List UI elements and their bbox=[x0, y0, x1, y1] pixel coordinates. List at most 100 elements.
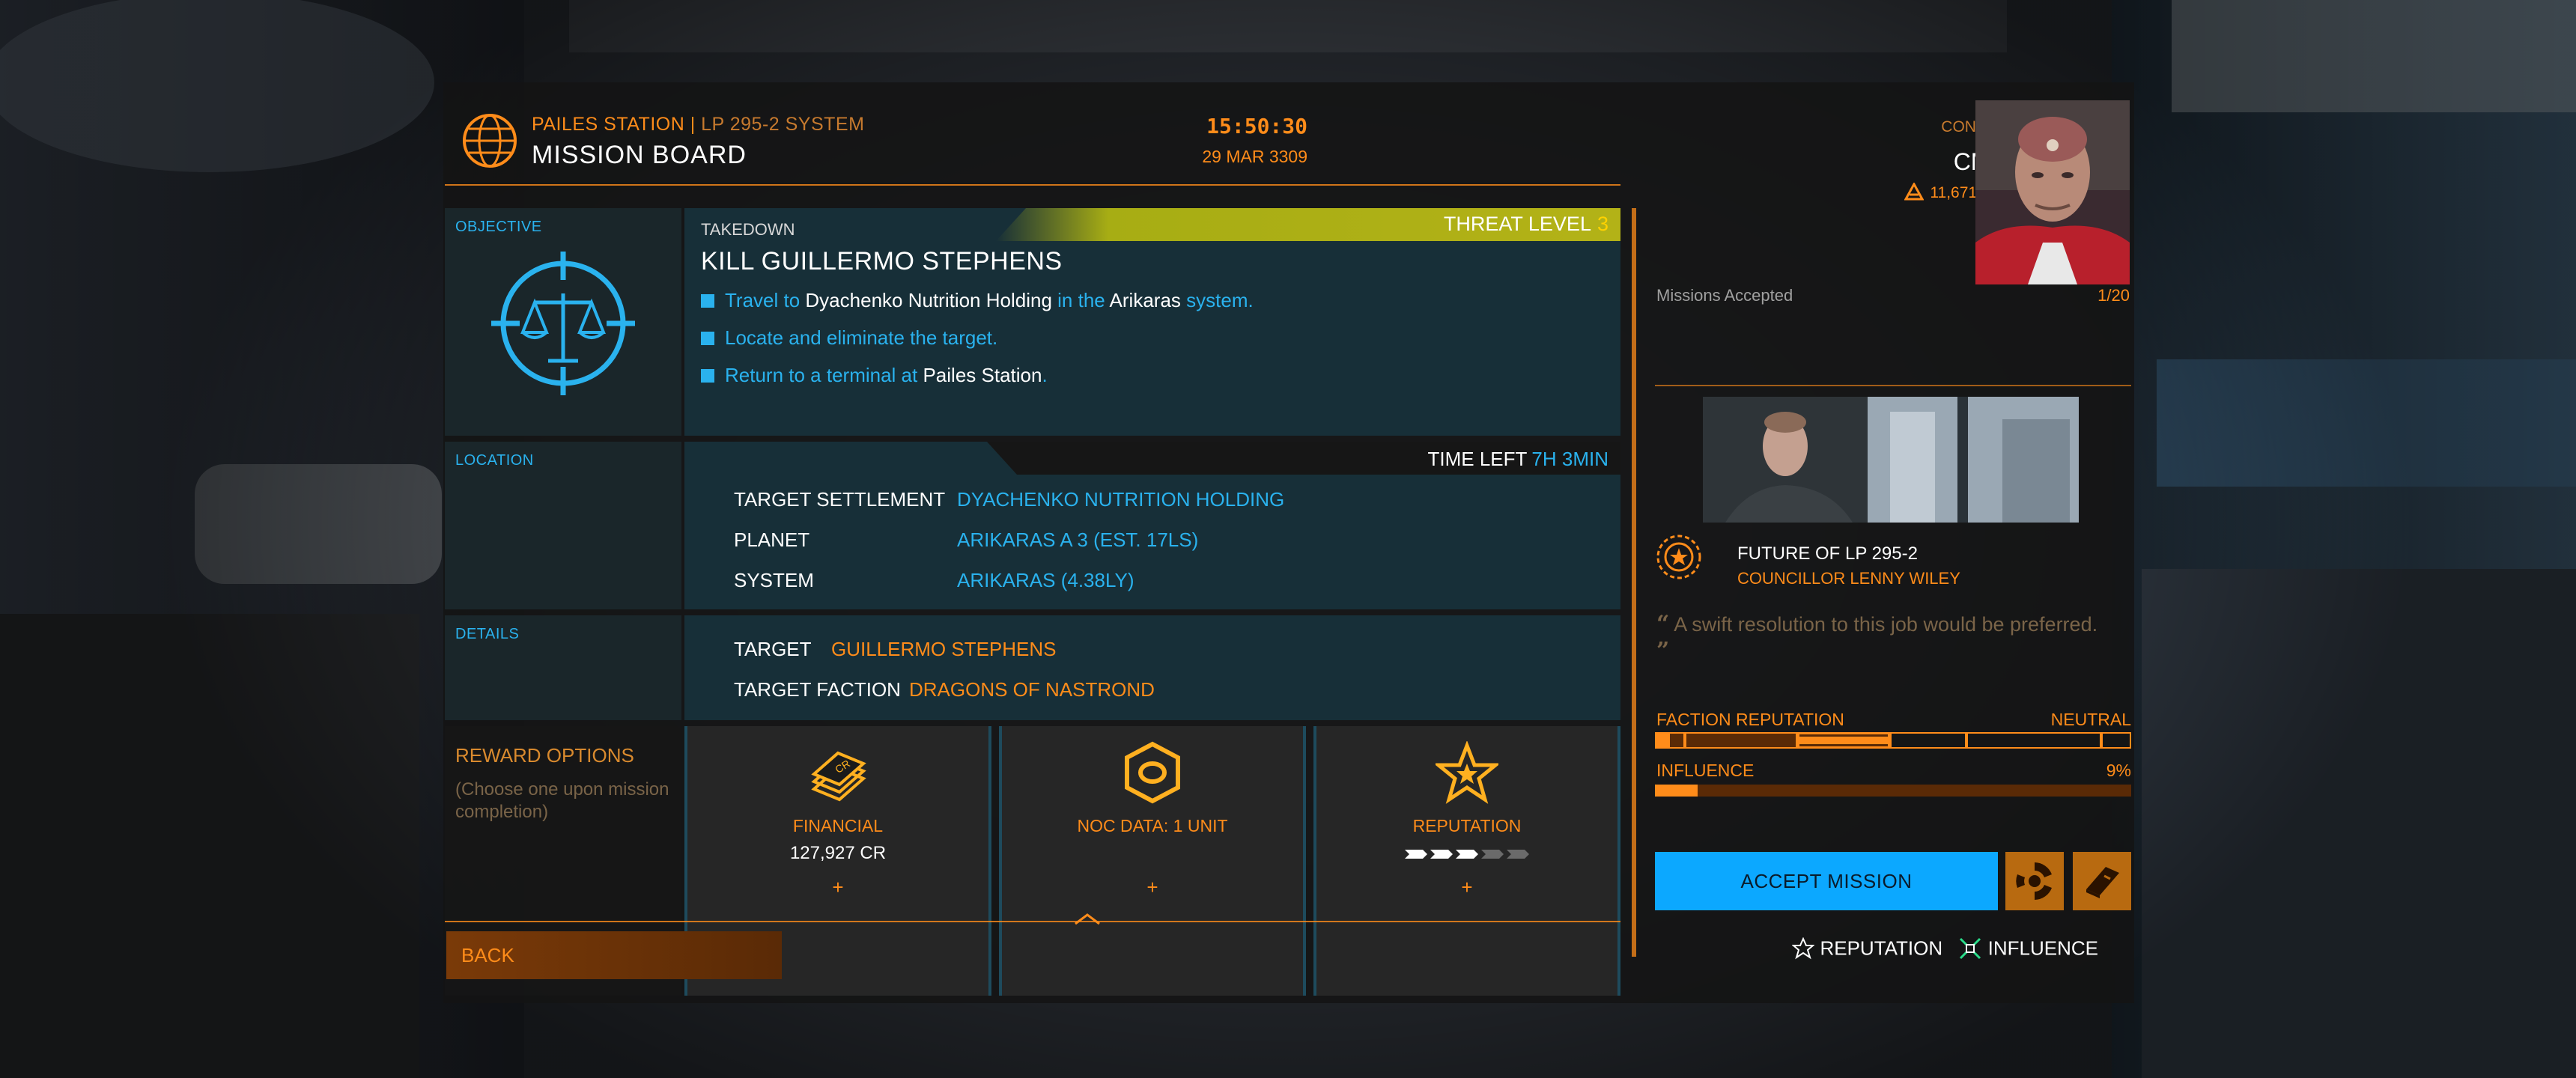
details-section-label: DETAILS bbox=[455, 626, 520, 642]
objective-step-return: Return to a terminal at Pailes Station. bbox=[701, 364, 1048, 387]
accept-mission-button[interactable]: ACCEPT MISSION bbox=[1655, 852, 1998, 910]
contact-image bbox=[1703, 397, 2079, 523]
faction-reputation-label: FACTION REPUTATION bbox=[1656, 710, 1844, 729]
open-quote-icon: “ bbox=[1656, 611, 1670, 637]
mission-title: KILL GUILLERMO STEPHENS bbox=[701, 247, 1063, 275]
rep-segment bbox=[1655, 732, 1685, 749]
objective-step-travel: Travel to Dyachenko Nutrition Holding in… bbox=[701, 289, 1254, 312]
quote-text: A swift resolution to this job would be … bbox=[1674, 613, 2098, 636]
plus-icon: + bbox=[1461, 876, 1473, 898]
step-text: Return to a terminal at bbox=[725, 364, 923, 386]
footer-divider bbox=[445, 921, 1620, 922]
bullet bbox=[701, 332, 714, 345]
bullet bbox=[701, 369, 714, 383]
reward-label: REPUTATION bbox=[1412, 816, 1522, 835]
details-label-column: DETAILS bbox=[445, 615, 681, 720]
target-faction-value: DRAGONS OF NASTROND bbox=[909, 678, 1155, 701]
reward-label: NOC DATA: 1 UNIT bbox=[1077, 816, 1228, 835]
commander-avatar[interactable] bbox=[1975, 100, 2130, 284]
reward-options-hint: (Choose one upon mission completion) bbox=[455, 779, 669, 822]
step-text: system. bbox=[1180, 289, 1254, 311]
contact-portrait bbox=[1703, 397, 2079, 523]
influence-label: INFLUENCE bbox=[1656, 761, 1755, 780]
missions-accepted-label: Missions Accepted bbox=[1656, 286, 1793, 305]
planet-value: ARIKARAS A 3 (EST. 17LS) bbox=[957, 529, 1199, 551]
mission-type: TAKEDOWN bbox=[701, 220, 795, 239]
book-icon bbox=[2086, 867, 2119, 898]
reward-option-reputation[interactable]: REPUTATION + bbox=[1313, 726, 1620, 996]
reward-value: 127,927 CR bbox=[789, 843, 887, 863]
rep-segment bbox=[2101, 732, 2131, 749]
mission-board-panel: PAILES STATION | LP 295-2 SYSTEM MISSION… bbox=[443, 82, 2134, 1003]
reward-options-title: REWARD OPTIONS bbox=[455, 744, 634, 767]
reputation-pip bbox=[1507, 850, 1529, 859]
legend: REPUTATION INFLUENCE bbox=[1791, 936, 2098, 960]
date: 29 MAR 3309 bbox=[1202, 147, 1307, 166]
star-icon bbox=[1436, 741, 1498, 804]
objective-label-column: OBJECTIVE bbox=[445, 208, 681, 436]
time-left: TIME LEFT 7H 3MIN bbox=[1428, 448, 1609, 471]
legend-reputation: REPUTATION bbox=[1820, 937, 1943, 960]
planet-label: PLANET bbox=[734, 529, 810, 551]
threat-level: THREAT LEVEL 3 bbox=[1444, 213, 1609, 236]
reward-option-noc-data[interactable]: NOC DATA: 1 UNIT + bbox=[999, 726, 1306, 996]
location-label-column: LOCATION bbox=[445, 442, 681, 609]
faction-name: FUTURE OF LP 295-2 bbox=[1737, 543, 1918, 564]
page-title: MISSION BOARD bbox=[532, 141, 747, 169]
close-quote-icon: ” bbox=[1656, 638, 1670, 664]
rep-segment bbox=[1890, 732, 1966, 749]
reputation-star-icon bbox=[1791, 937, 1815, 960]
rank-icon bbox=[1904, 181, 1925, 201]
threat-label: THREAT LEVEL bbox=[1443, 213, 1591, 235]
influence-bar bbox=[1655, 785, 2131, 797]
reputation-pip bbox=[1481, 850, 1504, 859]
step-text: in the bbox=[1051, 289, 1110, 311]
plus-icon: + bbox=[832, 876, 844, 898]
reputation-pip bbox=[1405, 850, 1427, 859]
influence-bar-fill bbox=[1655, 785, 1698, 797]
takedown-scales-icon bbox=[491, 252, 635, 395]
step-text: Locate and eliminate the target. bbox=[725, 326, 998, 349]
location-section-label: LOCATION bbox=[455, 452, 534, 469]
rep-segment-current bbox=[1797, 732, 1890, 749]
objective-panel: THREAT LEVEL 3 TAKEDOWN KILL GUILLERMO ST… bbox=[684, 208, 1620, 436]
time-left-value: 7H 3MIN bbox=[1531, 448, 1609, 470]
contact-quote: “ A swift resolution to this job would b… bbox=[1656, 611, 2133, 665]
step-station: Pailes Station bbox=[923, 364, 1042, 386]
step-text: . bbox=[1042, 364, 1048, 386]
column-separator bbox=[1632, 208, 1636, 957]
wing-icon bbox=[2016, 862, 2052, 900]
header-divider bbox=[445, 184, 1620, 186]
plus-icon: + bbox=[1146, 876, 1158, 898]
system-label: SYSTEM bbox=[734, 569, 814, 591]
details-panel: TARGET GUILLERMO STEPHENS TARGET FACTION… bbox=[684, 615, 1620, 720]
clock: 15:50:30 bbox=[1206, 114, 1307, 138]
mission-info-button[interactable] bbox=[2073, 852, 2131, 910]
credits-icon: CR bbox=[811, 751, 866, 802]
threat-level-value: 3 bbox=[1597, 213, 1609, 235]
back-button[interactable]: BACK bbox=[446, 931, 782, 979]
target-settlement-value: DYACHENKO NUTRITION HOLDING bbox=[957, 488, 1285, 511]
objective-step-eliminate: Locate and eliminate the target. bbox=[701, 326, 997, 350]
system-name: LP 295-2 SYSTEM bbox=[701, 114, 865, 135]
target-settlement-label: TARGET SETTLEMENT bbox=[734, 488, 946, 511]
station-name: PAILES STATION bbox=[532, 114, 685, 135]
target-label: TARGET bbox=[734, 638, 812, 660]
station-breadcrumb: PAILES STATION | LP 295-2 SYSTEM bbox=[532, 114, 864, 135]
chevron-up-icon[interactable] bbox=[1072, 912, 1102, 927]
breadcrumb-separator: | bbox=[684, 114, 702, 135]
faction-reputation-value: NEUTRAL bbox=[2050, 710, 2131, 729]
step-text: Travel to bbox=[725, 289, 806, 311]
reputation-pips bbox=[1316, 843, 1617, 864]
missions-accepted-count: 1/20 bbox=[2097, 286, 2130, 305]
legend-influence: INFLUENCE bbox=[1987, 937, 2098, 960]
wing-share-button[interactable] bbox=[2005, 852, 2064, 910]
faction-reputation-bar bbox=[1655, 732, 2131, 749]
influence-icon bbox=[1960, 938, 1981, 960]
influence-value: 9% bbox=[2106, 761, 2131, 780]
system-value: ARIKARAS (4.38LY) bbox=[957, 569, 1134, 591]
data-hexagon-icon bbox=[1125, 741, 1180, 804]
time-left-label: TIME LEFT bbox=[1427, 448, 1528, 470]
objective-section-label: OBJECTIVE bbox=[455, 219, 542, 235]
faction-emblem-icon bbox=[1656, 535, 1701, 579]
